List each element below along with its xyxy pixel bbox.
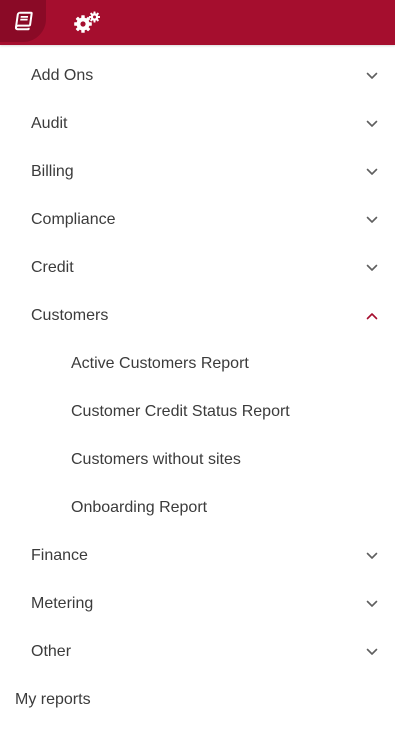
tab-reports[interactable] <box>0 0 46 42</box>
menu-category-label: Compliance <box>31 211 116 228</box>
menu-category-finance[interactable]: Finance <box>0 532 395 580</box>
chevron-down-icon <box>366 552 378 559</box>
menu-item-customer-credit-status-report[interactable]: Customer Credit Status Report <box>0 388 395 436</box>
menu-category-label: Customers <box>31 307 109 324</box>
menu-category-billing[interactable]: Billing <box>0 148 395 196</box>
chevron-down-icon <box>366 120 378 127</box>
menu-category-label: Other <box>31 643 72 660</box>
book-icon <box>14 11 33 31</box>
chevron-down-icon <box>366 600 378 607</box>
top-toolbar <box>0 0 395 45</box>
menu-category-label: Audit <box>31 115 68 132</box>
menu-item-customers-without-sites[interactable]: Customers without sites <box>0 436 395 484</box>
menu-category-label: Credit <box>31 259 74 276</box>
menu-item-label: Customers without sites <box>71 451 241 468</box>
chevron-down-icon <box>366 168 378 175</box>
chevron-up-icon <box>366 313 378 320</box>
menu-category-compliance[interactable]: Compliance <box>0 196 395 244</box>
menu-category-credit[interactable]: Credit <box>0 244 395 292</box>
menu-category-label: Add Ons <box>31 67 94 84</box>
menu-item-active-customers-report[interactable]: Active Customers Report <box>0 340 395 388</box>
menu-category-customers[interactable]: Customers <box>0 292 395 340</box>
gears-icon <box>74 11 100 33</box>
menu-item-label: Customer Credit Status Report <box>71 403 290 420</box>
tab-settings[interactable] <box>63 0 111 45</box>
menu-item-onboarding-report[interactable]: Onboarding Report <box>0 484 395 532</box>
menu-item-label: Onboarding Report <box>71 499 208 516</box>
menu-category-label: Billing <box>31 163 74 180</box>
menu-category-audit[interactable]: Audit <box>0 100 395 148</box>
menu-category-add-ons[interactable]: Add Ons <box>0 52 395 100</box>
menu-category-label: Metering <box>31 595 94 612</box>
chevron-down-icon <box>366 648 378 655</box>
chevron-down-icon <box>366 264 378 271</box>
menu-category-label: Finance <box>31 547 88 564</box>
menu-item-label: Active Customers Report <box>71 355 249 372</box>
chevron-down-icon <box>366 72 378 79</box>
menu-category-other[interactable]: Other <box>0 628 395 676</box>
report-menu: Add Ons Audit Billing Compliance Credit Custo… <box>0 52 395 724</box>
chevron-down-icon <box>366 216 378 223</box>
menu-category-metering[interactable]: Metering <box>0 580 395 628</box>
my-reports-label: My reports <box>15 691 91 708</box>
my-reports-link[interactable]: My reports <box>0 676 395 724</box>
